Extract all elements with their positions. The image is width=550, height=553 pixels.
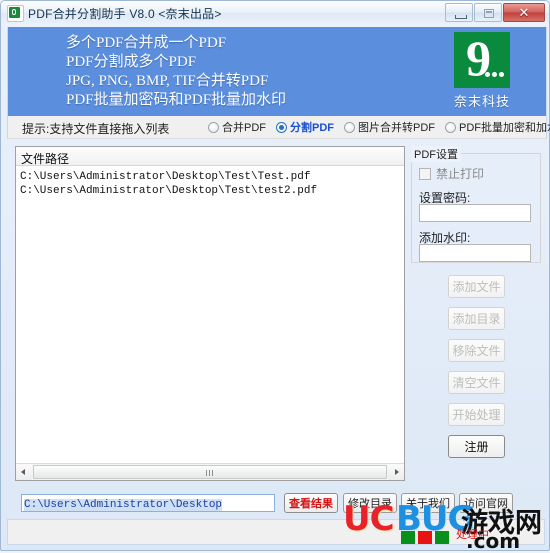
banner-line-1: 多个PDF合并成一个PDF [66,35,227,51]
logo-square: 9 [454,30,510,88]
title-bar: PDF合并分割助手 V8.0 <奈末出品> ✕ [1,1,549,25]
banner-feature-list: 多个PDF合并成一个PDF PDF分割成多个PDF JPG, PNG, BMP,… [66,34,286,110]
banner-line-2: PDF分割成多个PDF [66,54,197,70]
start-process-button[interactable]: 开始处理 [448,403,505,426]
window-controls: ✕ [444,3,545,23]
logo-nine-glyph: 9 [466,30,491,86]
disable-print-checkbox-row[interactable]: 禁止打印 [419,165,484,182]
maximize-button[interactable] [474,3,502,22]
minimize-button[interactable] [445,3,473,22]
logo-dots-icon [485,72,504,77]
scrollbar-thumb[interactable] [33,465,387,479]
change-directory-button[interactable]: 修改目录 [343,493,397,513]
register-button[interactable]: 注册 [448,435,505,458]
pdf-settings-title: PDF设置 [411,146,461,162]
app-icon [7,5,24,22]
radio-dot-icon [276,121,287,133]
scrollbar-track[interactable] [32,464,388,480]
status-bar [7,519,545,545]
file-list-panel[interactable]: 文件路径 C:\Users\Administrator\Desktop\Test… [15,146,405,481]
file-list-column-header: 文件路径 [16,147,404,166]
about-us-button[interactable]: 关于我们 [401,493,455,513]
watermark-input[interactable] [419,244,531,262]
bottom-bar: C:\Users\Administrator\Desktop 查看结果 修改目录… [7,493,545,517]
tip-text: 提示:支持文件直接拖入列表 [22,122,170,136]
mode-label: PDF批量加密和加水印 [459,122,550,134]
scroll-right-arrow-icon[interactable] [388,464,404,480]
add-directory-button[interactable]: 添加目录 [448,307,505,330]
mode-label: 合并PDF [222,122,266,134]
view-result-button[interactable]: 查看结果 [284,493,338,513]
radio-dot-icon [445,121,456,133]
list-item[interactable]: C:\Users\Administrator\Desktop\Test\test… [20,184,404,198]
mode-radio-merge-pdf[interactable]: 合并PDF [208,119,266,135]
list-item[interactable]: C:\Users\Administrator\Desktop\Test\Test… [20,170,404,184]
promo-banner: 多个PDF合并成一个PDF PDF分割成多个PDF JPG, PNG, BMP,… [7,27,547,116]
mode-radio-group: 合并PDF 分割PDF 图片合并转PDF PDF批量加密和加水印 [208,119,550,135]
disable-print-label: 禁止打印 [436,167,485,181]
maximize-icon [484,9,494,18]
password-input[interactable] [419,204,531,222]
scroll-left-arrow-icon[interactable] [16,464,32,480]
mode-radio-image-to-pdf[interactable]: 图片合并转PDF [344,119,435,135]
clear-files-button[interactable]: 清空文件 [448,371,505,394]
mode-label: 图片合并转PDF [358,122,435,134]
banner-line-3: JPG, PNG, BMP, TIF合并转PDF [66,73,269,89]
logo-caption: 奈末科技 [453,94,510,109]
minimize-icon [455,15,467,19]
banner-line-4: PDF批量加密码和PDF批量加水印 [66,92,287,108]
checkbox-icon[interactable] [419,167,431,180]
brand-logo: 9 奈末科技 [448,30,516,110]
output-path-value: C:\Users\Administrator\Desktop [24,499,223,511]
action-button-column: 添加文件 添加目录 移除文件 清空文件 开始处理 注册 [448,275,505,467]
add-file-button[interactable]: 添加文件 [448,275,505,298]
mode-label: 分割PDF [290,122,334,134]
output-path-field[interactable]: C:\Users\Administrator\Desktop [21,494,275,512]
close-button[interactable]: ✕ [503,3,545,22]
visit-site-button[interactable]: 访问官网 [459,493,513,513]
application-window: PDF合并分割助手 V8.0 <奈末出品> ✕ 多个PDF合并成一个PDF PD… [0,0,550,553]
file-list-items[interactable]: C:\Users\Administrator\Desktop\Test\Test… [16,167,404,463]
horizontal-scrollbar[interactable] [16,463,404,480]
mode-radio-split-pdf[interactable]: 分割PDF [276,119,334,135]
remove-file-button[interactable]: 移除文件 [448,339,505,362]
radio-dot-icon [344,121,355,133]
tip-and-mode-row: 提示:支持文件直接拖入列表 合并PDF 分割PDF 图片合并转PDF PDF批量… [7,116,550,139]
mode-radio-batch-encrypt-watermark[interactable]: PDF批量加密和加水印 [445,119,550,135]
close-icon: ✕ [518,4,530,20]
window-title: PDF合并分割助手 V8.0 <奈末出品> [28,7,222,21]
radio-dot-icon [208,121,219,133]
